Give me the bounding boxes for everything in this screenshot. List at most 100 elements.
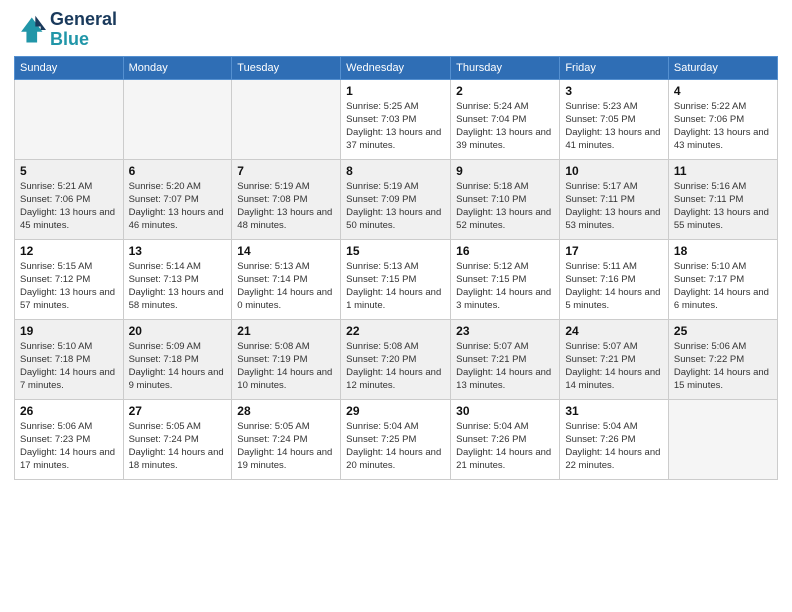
day-info: Sunrise: 5:23 AM Sunset: 7:05 PM Dayligh… <box>565 100 663 153</box>
day-info: Sunrise: 5:19 AM Sunset: 7:08 PM Dayligh… <box>237 180 335 233</box>
day-number: 7 <box>237 164 335 178</box>
calendar-cell: 26 Sunrise: 5:06 AM Sunset: 7:23 PM Dayli… <box>15 399 124 479</box>
day-info: Sunrise: 5:07 AM Sunset: 7:21 PM Dayligh… <box>456 340 554 393</box>
header-row: SundayMondayTuesdayWednesdayThursdayFrid… <box>15 56 778 79</box>
day-number: 5 <box>20 164 118 178</box>
day-header: Saturday <box>668 56 777 79</box>
calendar-cell: 17Sunrise: 5:11 AM Sunset: 7:16 PM Dayli… <box>560 239 669 319</box>
day-number: 10 <box>565 164 663 178</box>
calendar-cell: 30 Sunrise: 5:04 AM Sunset: 7:26 PM Dayli… <box>451 399 560 479</box>
day-number: 25 <box>674 324 772 338</box>
calendar-cell: 16 Sunrise: 5:12 AM Sunset: 7:15 PM Dayli… <box>451 239 560 319</box>
day-number: 9 <box>456 164 554 178</box>
calendar-cell: 8Sunrise: 5:19 AM Sunset: 7:09 PM Daylig… <box>341 159 451 239</box>
day-info: Sunrise: 5:14 AM Sunset: 7:13 PM Dayligh… <box>129 260 227 313</box>
calendar-cell: 13 Sunrise: 5:14 AM Sunset: 7:13 PM Dayli… <box>123 239 232 319</box>
calendar-cell <box>232 79 341 159</box>
day-number: 18 <box>674 244 772 258</box>
day-number: 1 <box>346 84 445 98</box>
calendar-cell: 11Sunrise: 5:16 AM Sunset: 7:11 PM Dayli… <box>668 159 777 239</box>
logo: General Blue <box>14 10 117 50</box>
calendar-cell: 1Sunrise: 5:25 AM Sunset: 7:03 PM Daylig… <box>341 79 451 159</box>
day-info: Sunrise: 5:10 AM Sunset: 7:17 PM Dayligh… <box>674 260 772 313</box>
logo-icon <box>14 14 46 46</box>
day-info: Sunrise: 5:15 AM Sunset: 7:12 PM Dayligh… <box>20 260 118 313</box>
day-number: 27 <box>129 404 227 418</box>
day-number: 16 <box>456 244 554 258</box>
calendar-cell: 15 Sunrise: 5:13 AM Sunset: 7:15 PM Dayli… <box>341 239 451 319</box>
day-info: Sunrise: 5:21 AM Sunset: 7:06 PM Dayligh… <box>20 180 118 233</box>
calendar-cell: 12 Sunrise: 5:15 AM Sunset: 7:12 PM Dayli… <box>15 239 124 319</box>
day-info: Sunrise: 5:13 AM Sunset: 7:15 PM Dayligh… <box>346 260 445 313</box>
day-info: Sunrise: 5:06 AM Sunset: 7:23 PM Dayligh… <box>20 420 118 473</box>
calendar-cell: 19 Sunrise: 5:10 AM Sunset: 7:18 PM Dayli… <box>15 319 124 399</box>
day-header: Monday <box>123 56 232 79</box>
day-header: Friday <box>560 56 669 79</box>
day-number: 4 <box>674 84 772 98</box>
calendar-cell: 21 Sunrise: 5:08 AM Sunset: 7:19 PM Dayli… <box>232 319 341 399</box>
calendar-cell <box>15 79 124 159</box>
calendar-cell <box>123 79 232 159</box>
calendar-cell: 6 Sunrise: 5:20 AM Sunset: 7:07 PM Daylig… <box>123 159 232 239</box>
calendar-cell: 22 Sunrise: 5:08 AM Sunset: 7:20 PM Dayli… <box>341 319 451 399</box>
day-number: 12 <box>20 244 118 258</box>
calendar-cell: 2Sunrise: 5:24 AM Sunset: 7:04 PM Daylig… <box>451 79 560 159</box>
day-number: 30 <box>456 404 554 418</box>
day-header: Thursday <box>451 56 560 79</box>
day-info: Sunrise: 5:19 AM Sunset: 7:09 PM Dayligh… <box>346 180 445 233</box>
calendar-cell: 25 Sunrise: 5:06 AM Sunset: 7:22 PM Dayli… <box>668 319 777 399</box>
day-number: 6 <box>129 164 227 178</box>
calendar-cell: 27 Sunrise: 5:05 AM Sunset: 7:24 PM Dayli… <box>123 399 232 479</box>
day-info: Sunrise: 5:08 AM Sunset: 7:19 PM Dayligh… <box>237 340 335 393</box>
day-number: 11 <box>674 164 772 178</box>
calendar: SundayMondayTuesdayWednesdayThursdayFrid… <box>14 56 778 480</box>
week-row: 26 Sunrise: 5:06 AM Sunset: 7:23 PM Dayli… <box>15 399 778 479</box>
day-header: Wednesday <box>341 56 451 79</box>
day-number: 13 <box>129 244 227 258</box>
day-number: 3 <box>565 84 663 98</box>
day-info: Sunrise: 5:07 AM Sunset: 7:21 PM Dayligh… <box>565 340 663 393</box>
day-number: 23 <box>456 324 554 338</box>
calendar-cell: 14 Sunrise: 5:13 AM Sunset: 7:14 PM Dayli… <box>232 239 341 319</box>
calendar-cell: 5 Sunrise: 5:21 AM Sunset: 7:06 PM Daylig… <box>15 159 124 239</box>
day-number: 28 <box>237 404 335 418</box>
day-info: Sunrise: 5:22 AM Sunset: 7:06 PM Dayligh… <box>674 100 772 153</box>
calendar-cell: 23 Sunrise: 5:07 AM Sunset: 7:21 PM Dayli… <box>451 319 560 399</box>
calendar-cell: 18 Sunrise: 5:10 AM Sunset: 7:17 PM Dayli… <box>668 239 777 319</box>
day-info: Sunrise: 5:04 AM Sunset: 7:26 PM Dayligh… <box>565 420 663 473</box>
day-info: Sunrise: 5:04 AM Sunset: 7:26 PM Dayligh… <box>456 420 554 473</box>
day-info: Sunrise: 5:13 AM Sunset: 7:14 PM Dayligh… <box>237 260 335 313</box>
day-number: 31 <box>565 404 663 418</box>
day-number: 20 <box>129 324 227 338</box>
day-number: 14 <box>237 244 335 258</box>
day-number: 19 <box>20 324 118 338</box>
day-number: 15 <box>346 244 445 258</box>
day-number: 26 <box>20 404 118 418</box>
day-info: Sunrise: 5:05 AM Sunset: 7:24 PM Dayligh… <box>129 420 227 473</box>
calendar-cell: 9Sunrise: 5:18 AM Sunset: 7:10 PM Daylig… <box>451 159 560 239</box>
day-info: Sunrise: 5:08 AM Sunset: 7:20 PM Dayligh… <box>346 340 445 393</box>
calendar-cell: 7 Sunrise: 5:19 AM Sunset: 7:08 PM Daylig… <box>232 159 341 239</box>
day-info: Sunrise: 5:17 AM Sunset: 7:11 PM Dayligh… <box>565 180 663 233</box>
calendar-cell: 20 Sunrise: 5:09 AM Sunset: 7:18 PM Dayli… <box>123 319 232 399</box>
day-info: Sunrise: 5:20 AM Sunset: 7:07 PM Dayligh… <box>129 180 227 233</box>
day-info: Sunrise: 5:06 AM Sunset: 7:22 PM Dayligh… <box>674 340 772 393</box>
day-number: 17 <box>565 244 663 258</box>
calendar-cell: 31 Sunrise: 5:04 AM Sunset: 7:26 PM Dayli… <box>560 399 669 479</box>
day-info: Sunrise: 5:09 AM Sunset: 7:18 PM Dayligh… <box>129 340 227 393</box>
week-row: 1Sunrise: 5:25 AM Sunset: 7:03 PM Daylig… <box>15 79 778 159</box>
day-header: Tuesday <box>232 56 341 79</box>
logo-text: General Blue <box>50 10 117 50</box>
day-number: 21 <box>237 324 335 338</box>
day-info: Sunrise: 5:05 AM Sunset: 7:24 PM Dayligh… <box>237 420 335 473</box>
day-number: 29 <box>346 404 445 418</box>
calendar-cell: 29Sunrise: 5:04 AM Sunset: 7:25 PM Dayli… <box>341 399 451 479</box>
day-info: Sunrise: 5:10 AM Sunset: 7:18 PM Dayligh… <box>20 340 118 393</box>
calendar-cell <box>668 399 777 479</box>
day-info: Sunrise: 5:12 AM Sunset: 7:15 PM Dayligh… <box>456 260 554 313</box>
day-header: Sunday <box>15 56 124 79</box>
calendar-cell: 10 Sunrise: 5:17 AM Sunset: 7:11 PM Dayli… <box>560 159 669 239</box>
page: General Blue SundayMondayTuesdayWednesda… <box>0 0 792 612</box>
week-row: 5 Sunrise: 5:21 AM Sunset: 7:06 PM Daylig… <box>15 159 778 239</box>
day-number: 22 <box>346 324 445 338</box>
